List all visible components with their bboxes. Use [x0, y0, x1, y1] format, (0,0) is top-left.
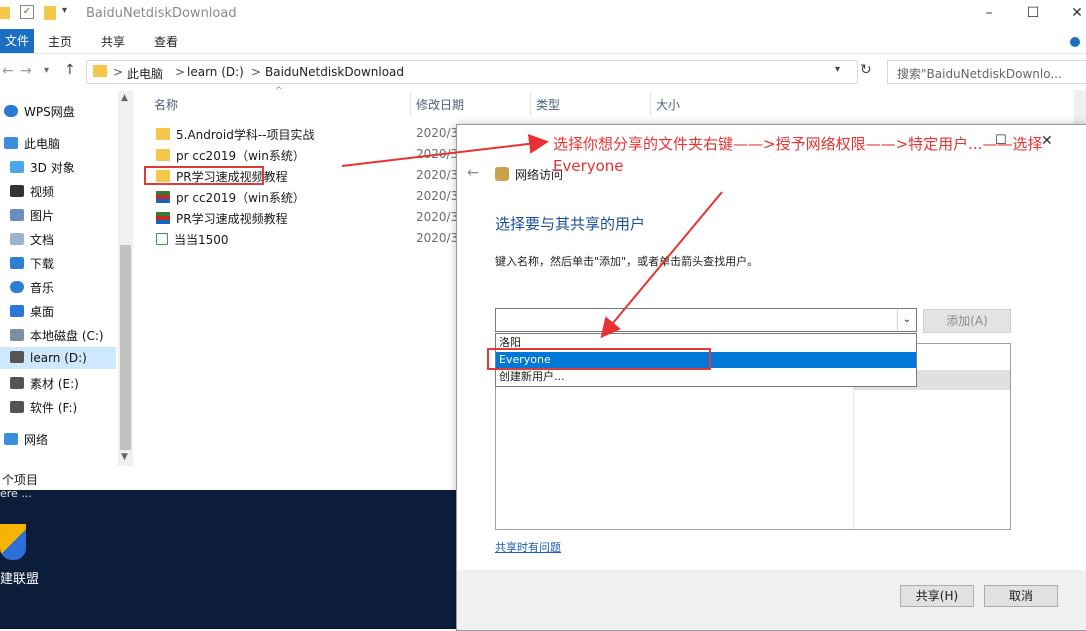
annotation-arrows: [341, 133, 723, 339]
annotation-text: 选择你想分享的文件夹右键——>授予网络权限——>特定用户...——选择Every…: [553, 135, 1043, 175]
annotation-arrow-to-option: [600, 191, 723, 339]
annotation-arrow-to-folder: [341, 133, 549, 167]
